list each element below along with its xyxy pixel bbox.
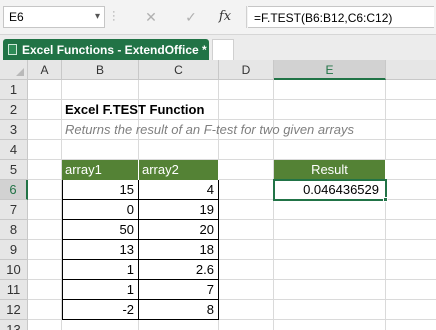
row-header-8[interactable]: 8	[0, 220, 28, 240]
document-icon	[8, 44, 17, 55]
array2-cell[interactable]: 19	[139, 200, 219, 220]
array2-cell[interactable]: 4	[139, 180, 219, 200]
document-tab[interactable]: Excel Functions - ExtendOffice *	[3, 39, 209, 61]
gridline	[273, 80, 274, 330]
sheet-title[interactable]: Excel F.TEST Function	[65, 100, 204, 120]
divider	[246, 6, 247, 28]
table-header-array2[interactable]: array2	[139, 160, 219, 180]
row-header-13[interactable]: 13	[0, 320, 28, 330]
fill-handle[interactable]	[383, 197, 388, 202]
result-cell[interactable]: 0.046436529	[273, 179, 387, 201]
document-tab-label: Excel Functions - ExtendOffice *	[22, 43, 207, 57]
sheet-subtitle[interactable]: Returns the result of an F-test for two …	[65, 120, 354, 140]
checkmark-icon[interactable]: ✓	[180, 6, 202, 28]
row-header-12[interactable]: 12	[0, 300, 28, 320]
row-header-4[interactable]: 4	[0, 140, 28, 160]
array2-cell[interactable]: 8	[139, 300, 219, 320]
row-header-9[interactable]: 9	[0, 240, 28, 260]
table-header-array1[interactable]: array1	[62, 160, 139, 180]
array2-cell[interactable]: 20	[139, 220, 219, 240]
column-header-e[interactable]: E	[274, 60, 386, 80]
drag-handle-icon[interactable]: · · ·	[112, 7, 116, 26]
column-header-b[interactable]: B	[62, 60, 139, 80]
formula-input[interactable]: =F.TEST(B6:B12,C6:C12)	[248, 6, 434, 28]
array1-cell[interactable]: -2	[62, 300, 139, 320]
row-header-1[interactable]: 1	[0, 80, 28, 100]
formula-bar: E6 ▾ · · · ✕ ✓ fx =F.TEST(B6:B12,C6:C12)	[0, 0, 436, 34]
array2-cell[interactable]: 7	[139, 280, 219, 300]
row-header-6[interactable]: 6	[0, 180, 28, 200]
name-box[interactable]: E6 ▾	[3, 6, 105, 28]
row-header-7[interactable]: 7	[0, 200, 28, 220]
array1-cell[interactable]: 50	[62, 220, 139, 240]
document-tab-bar: Excel Functions - ExtendOffice *	[0, 34, 436, 61]
new-tab-button[interactable]	[212, 39, 234, 61]
array1-cell[interactable]: 1	[62, 280, 139, 300]
row-header-3[interactable]: 3	[0, 120, 28, 140]
array1-cell[interactable]: 15	[62, 180, 139, 200]
close-icon[interactable]: ✕	[140, 6, 162, 28]
chevron-down-icon[interactable]: ▾	[95, 7, 100, 27]
select-all-button[interactable]	[0, 60, 28, 80]
gridline	[385, 80, 386, 330]
row-header-2[interactable]: 2	[0, 100, 28, 120]
array1-cell[interactable]: 0	[62, 200, 139, 220]
array2-cell[interactable]: 2.6	[139, 260, 219, 280]
column-header-f[interactable]	[386, 60, 436, 80]
name-box-value: E6	[9, 10, 24, 24]
array1-cell[interactable]: 1	[62, 260, 139, 280]
row-header-5[interactable]: 5	[0, 160, 28, 180]
insert-function-icon[interactable]: fx	[214, 6, 236, 28]
array2-cell[interactable]: 18	[139, 240, 219, 260]
column-header-a[interactable]: A	[28, 60, 62, 80]
array1-cell[interactable]: 13	[62, 240, 139, 260]
result-header[interactable]: Result	[274, 160, 386, 180]
column-header-d[interactable]: D	[219, 60, 274, 80]
row-header-11[interactable]: 11	[0, 280, 28, 300]
column-header-c[interactable]: C	[139, 60, 219, 80]
row-header-10[interactable]: 10	[0, 260, 28, 280]
